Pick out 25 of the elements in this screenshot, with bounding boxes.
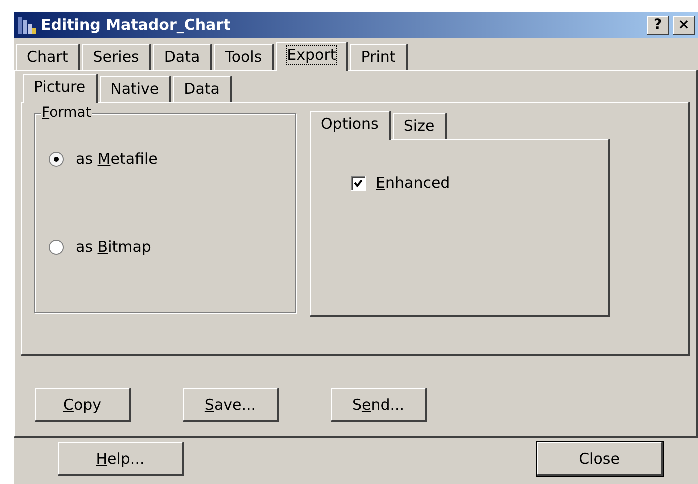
tab[interactable]: Chart [16,44,80,70]
close-button[interactable]: Close [537,442,663,476]
help-button[interactable]: Help... [58,442,184,476]
action-button[interactable]: Send... [331,388,427,422]
tab[interactable]: Picture [23,74,98,103]
tab[interactable]: Native [100,76,172,102]
action-button[interactable]: Copy [35,388,131,422]
radio-button[interactable]: as Metafile [49,150,295,168]
action-button[interactable]: Save... [183,388,279,422]
check-icon [354,178,363,188]
tab[interactable]: Size [392,113,447,139]
tab[interactable]: Options [310,111,391,140]
close-button[interactable]: × [673,16,695,34]
help-button[interactable]: ? [647,16,669,34]
tab[interactable]: Print [350,44,408,70]
tab[interactable]: Tools [214,44,274,70]
tab[interactable]: Data [173,76,232,102]
tab[interactable]: Series [82,44,152,70]
group-title: Format [41,105,92,121]
tab[interactable]: Data [153,44,212,70]
chart-icon [17,15,37,35]
window-title: Editing Matador_Chart [41,16,232,34]
tab[interactable]: Export [276,42,348,71]
checkbox[interactable]: Enhanced [351,174,450,192]
radio-button[interactable]: as Bitmap [49,238,295,256]
